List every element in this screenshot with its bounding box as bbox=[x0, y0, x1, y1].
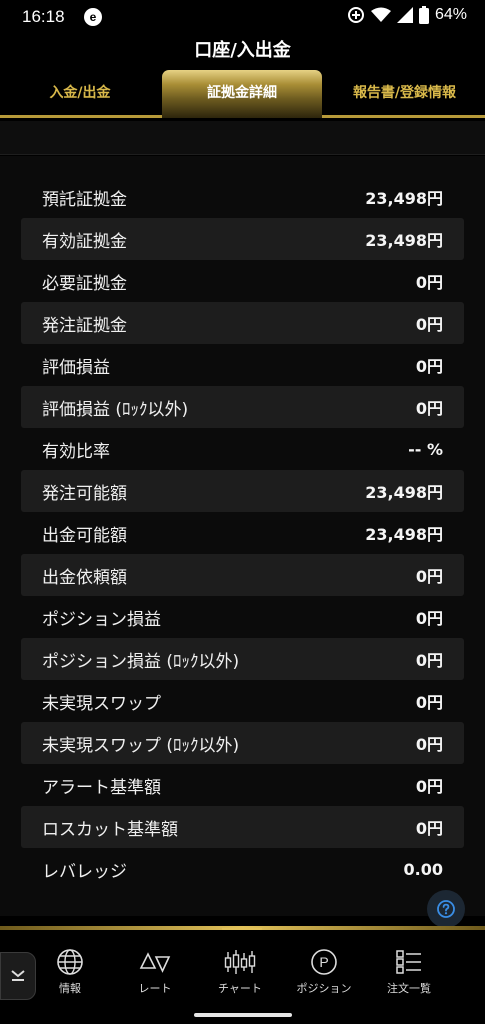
row-value: 0円 bbox=[415, 273, 443, 292]
row-value: 0円 bbox=[415, 777, 443, 796]
margin-details-list: 預託証拠金 23,498円 有効証拠金 23,498円 必要証拠金 0円 発注証拠金 0… bbox=[21, 176, 464, 890]
row-label: 有効証拠金 bbox=[42, 231, 127, 252]
svg-text:P: P bbox=[319, 954, 328, 970]
list-item: 有効比率 -- % bbox=[21, 428, 464, 470]
row-value: 0.00 bbox=[403, 859, 443, 879]
status-time: 16:18 bbox=[22, 7, 65, 26]
chevron-down-icon bbox=[11, 970, 25, 981]
row-value: 23,498円 bbox=[365, 525, 443, 544]
app-notification-icon: e bbox=[84, 8, 102, 26]
globe-icon bbox=[57, 949, 83, 975]
row-label: 出金可能額 bbox=[42, 525, 127, 546]
row-label: 出金依頼額 bbox=[42, 567, 127, 588]
row-label: アラート基準額 bbox=[42, 777, 161, 798]
row-label: 未実現スワップ (ﾛｯｸ以外) bbox=[42, 735, 240, 756]
status-icons: 64% bbox=[347, 6, 467, 24]
nav-label: 注文一覧 bbox=[387, 982, 431, 995]
tab-deposit-withdraw[interactable]: 入金/出金 bbox=[0, 70, 160, 118]
battery-icon bbox=[418, 6, 429, 24]
app-header: 口座/入出金 bbox=[0, 36, 485, 66]
tab-margin-details[interactable]: 証拠金詳細 bbox=[162, 70, 322, 118]
nav-label: 情報 bbox=[59, 982, 81, 995]
list-item: 発注可能額 23,498円 bbox=[21, 470, 464, 512]
list-item: 評価損益 0円 bbox=[21, 344, 464, 386]
list-item: ポジション損益 (ﾛｯｸ以外) 0円 bbox=[21, 638, 464, 680]
order-list-icon bbox=[396, 950, 421, 974]
nav-position[interactable]: P ポジション bbox=[284, 948, 364, 1004]
nav-label: ポジション bbox=[296, 982, 352, 995]
row-value: 0円 bbox=[415, 609, 443, 628]
list-item: ロスカット基準額 0円 bbox=[21, 806, 464, 848]
gesture-bar bbox=[0, 1006, 485, 1024]
data-saver-icon bbox=[347, 7, 364, 23]
list-item: 預託証拠金 23,498円 bbox=[21, 176, 464, 218]
list-item: 必要証拠金 0円 bbox=[21, 260, 464, 302]
nav-info[interactable]: 情報 bbox=[30, 948, 110, 1004]
row-label: 有効比率 bbox=[42, 441, 110, 462]
row-label: 預託証拠金 bbox=[42, 189, 127, 210]
row-value: 0円 bbox=[415, 735, 443, 754]
row-label: ポジション損益 (ﾛｯｸ以外) bbox=[42, 651, 240, 672]
row-value: 0円 bbox=[415, 357, 443, 376]
signal-icon bbox=[396, 7, 413, 23]
list-item: 出金可能額 23,498円 bbox=[21, 512, 464, 554]
row-value: 0円 bbox=[415, 567, 443, 586]
row-label: 発注可能額 bbox=[42, 483, 127, 504]
wifi-icon bbox=[370, 7, 391, 22]
list-item: アラート基準額 0円 bbox=[21, 764, 464, 806]
help-button[interactable] bbox=[427, 890, 465, 928]
list-item: ポジション損益 0円 bbox=[21, 596, 464, 638]
nav-rate[interactable]: レート bbox=[115, 948, 195, 1004]
row-label: 評価損益 (ﾛｯｸ以外) bbox=[42, 399, 189, 420]
row-label: ポジション損益 bbox=[42, 609, 161, 630]
help-icon bbox=[437, 900, 455, 918]
nav-label: チャート bbox=[218, 982, 262, 995]
row-value: 0円 bbox=[415, 315, 443, 334]
tab-reports-registration[interactable]: 報告書/登録情報 bbox=[324, 70, 485, 118]
row-value: 0円 bbox=[415, 399, 443, 418]
list-item: 評価損益 (ﾛｯｸ以外) 0円 bbox=[21, 386, 464, 428]
tab-bar: 入金/出金 証拠金詳細 報告書/登録情報 bbox=[0, 66, 485, 118]
list-item: 出金依頼額 0円 bbox=[21, 554, 464, 596]
header-spacer bbox=[0, 121, 485, 155]
row-label: ロスカット基準額 bbox=[42, 819, 178, 840]
row-value: 23,498円 bbox=[365, 189, 443, 208]
list-item: 有効証拠金 23,498円 bbox=[21, 218, 464, 260]
row-label: 必要証拠金 bbox=[42, 273, 127, 294]
list-item: 未実現スワップ 0円 bbox=[21, 680, 464, 722]
row-value: 0円 bbox=[415, 693, 443, 712]
row-label: レバレッジ bbox=[42, 861, 127, 882]
margin-details-panel: 預託証拠金 23,498円 有効証拠金 23,498円 必要証拠金 0円 発注証拠金 0… bbox=[0, 156, 485, 916]
row-value: 23,498円 bbox=[365, 483, 443, 502]
row-value: -- % bbox=[408, 439, 443, 459]
bottom-nav: 情報 レート チャート P ポジション 注文一覧 bbox=[0, 930, 485, 1006]
list-item: 発注証拠金 0円 bbox=[21, 302, 464, 344]
nav-order-list[interactable]: 注文一覧 bbox=[369, 948, 449, 1004]
battery-percentage: 64% bbox=[434, 6, 467, 23]
candlestick-chart-icon bbox=[224, 950, 256, 974]
list-item: レバレッジ 0.00 bbox=[21, 848, 464, 890]
row-label: 未実現スワップ bbox=[42, 693, 161, 714]
row-label: 発注証拠金 bbox=[42, 315, 127, 336]
page-title: 口座/入出金 bbox=[194, 40, 291, 61]
status-bar: 16:18 e 64% bbox=[0, 0, 485, 36]
position-p-icon: P bbox=[311, 949, 337, 975]
rate-icon bbox=[139, 952, 171, 973]
row-label: 評価損益 bbox=[42, 357, 110, 378]
list-item: 未実現スワップ (ﾛｯｸ以外) 0円 bbox=[21, 722, 464, 764]
nav-chart[interactable]: チャート bbox=[200, 948, 280, 1004]
home-indicator[interactable] bbox=[194, 1013, 292, 1017]
nav-label: レート bbox=[138, 982, 172, 995]
row-value: 0円 bbox=[415, 819, 443, 838]
row-value: 0円 bbox=[415, 651, 443, 670]
row-value: 23,498円 bbox=[365, 231, 443, 250]
